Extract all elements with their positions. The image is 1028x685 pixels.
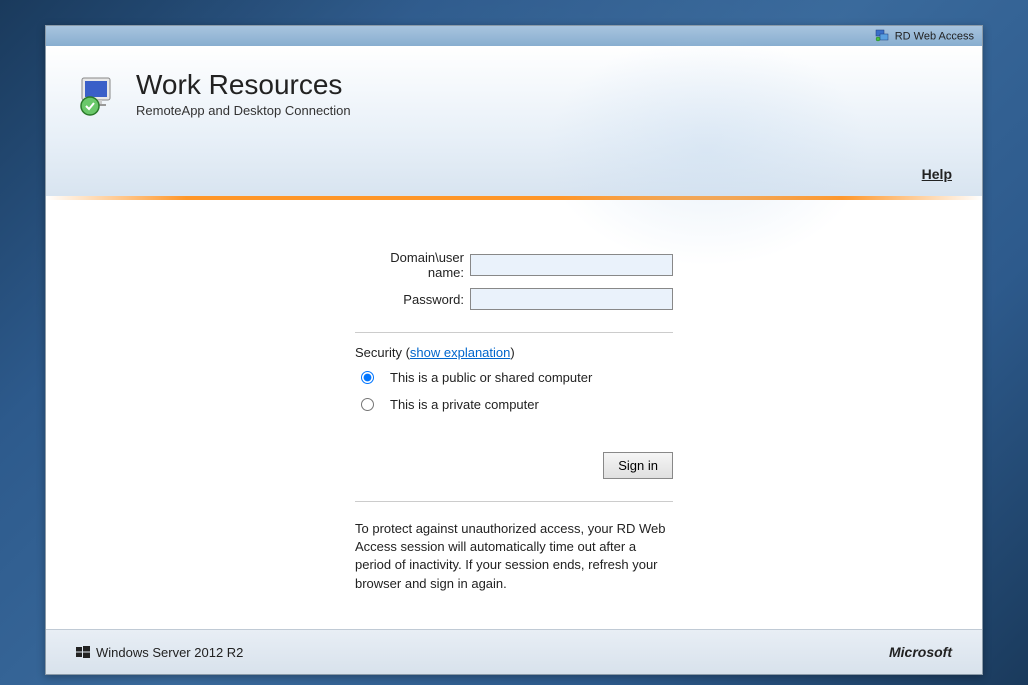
password-input[interactable] [470, 288, 673, 310]
microsoft-logo: Microsoft [889, 644, 952, 660]
footer-bar: Windows Server 2012 R2 Microsoft [46, 629, 982, 674]
logo-section: Work Resources RemoteApp and Desktop Con… [76, 66, 952, 120]
radio-private-row: This is a private computer [355, 397, 673, 412]
top-bar-label: RD Web Access [895, 30, 974, 42]
show-explanation-link[interactable]: show explanation [410, 345, 510, 360]
radio-public-label: This is a public or shared computer [390, 370, 592, 385]
signin-row: Sign in [355, 452, 673, 479]
security-suffix: ) [510, 345, 514, 360]
rd-web-access-icon [875, 28, 889, 45]
password-row: Password: [355, 288, 673, 310]
header-area: Work Resources RemoteApp and Desktop Con… [46, 46, 982, 196]
title-group: Work Resources RemoteApp and Desktop Con… [136, 69, 351, 118]
radio-public-row: This is a public or shared computer [355, 370, 673, 385]
page-subtitle: RemoteApp and Desktop Connection [136, 103, 351, 118]
radio-private-computer[interactable] [361, 398, 374, 411]
login-form: Domain\user name: Password: Security (sh… [355, 250, 673, 593]
security-heading: Security (show explanation) [355, 345, 673, 360]
radio-private-label: This is a private computer [390, 397, 539, 412]
top-bar: RD Web Access [46, 26, 982, 46]
windows-logo-icon [76, 645, 90, 659]
username-input[interactable] [470, 254, 673, 276]
divider [355, 332, 673, 333]
remoteapp-logo-icon [76, 72, 124, 120]
username-label: Domain\user name: [355, 250, 470, 280]
signin-button[interactable]: Sign in [603, 452, 673, 479]
help-link[interactable]: Help [922, 166, 952, 182]
windows-server-text: Windows Server 2012 R2 [96, 645, 243, 660]
main-panel: RD Web Access Work Resources RemoteApp a… [45, 25, 983, 675]
windows-server-label-group: Windows Server 2012 R2 [76, 645, 243, 660]
radio-public-computer[interactable] [361, 371, 374, 384]
content-area: Domain\user name: Password: Security (sh… [46, 200, 982, 613]
security-prefix: Security ( [355, 345, 410, 360]
password-label: Password: [355, 292, 470, 307]
page-title: Work Resources [136, 69, 351, 101]
protect-text: To protect against unauthorized access, … [355, 520, 673, 593]
divider-2 [355, 501, 673, 502]
username-row: Domain\user name: [355, 250, 673, 280]
